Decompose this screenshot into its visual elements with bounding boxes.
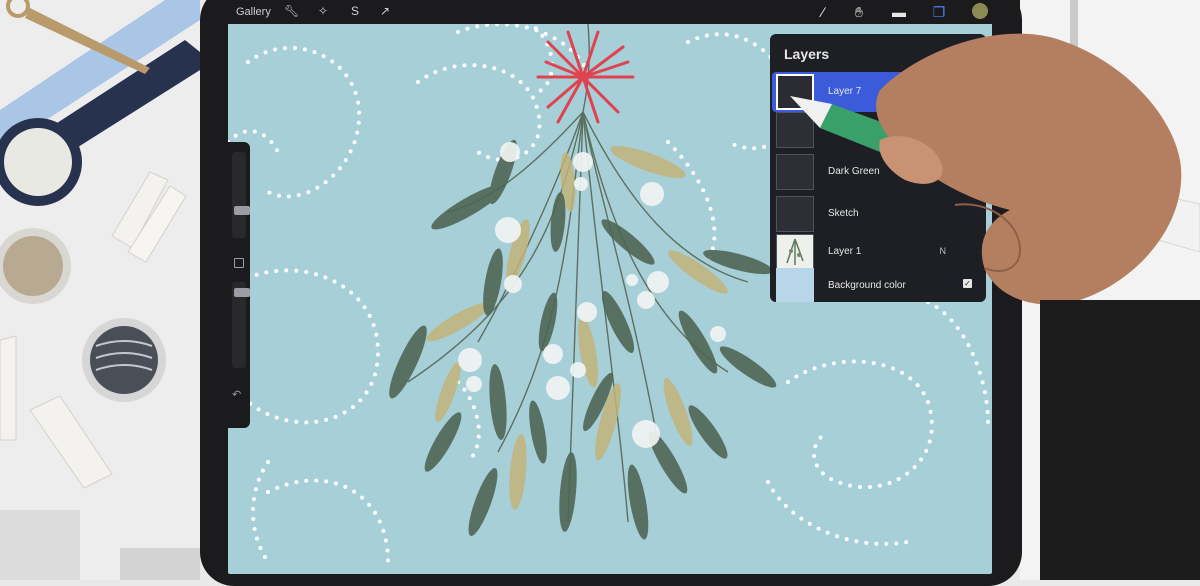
gallery-button[interactable]: Gallery [236, 6, 271, 18]
layer-row[interactable]: Sketch [772, 194, 984, 234]
layer-row[interactable]: Layer 7 [772, 72, 984, 112]
opacity-slider[interactable] [232, 282, 250, 368]
undo-icon[interactable]: ↶ [232, 388, 241, 401]
blend-mode-indicator[interactable]: N [940, 246, 947, 256]
eraser-icon[interactable]: ▬ [888, 2, 910, 22]
layer-thumbnail [776, 74, 814, 110]
layer-row[interactable]: Background color ✓ [772, 266, 984, 302]
layer-thumbnail [776, 112, 814, 148]
layer-thumbnail [776, 268, 814, 302]
transform-icon[interactable]: ↗ [378, 4, 392, 18]
left-sidebar: ↶ [228, 142, 250, 428]
layer-name: Background color [828, 280, 906, 291]
modify-button[interactable] [234, 258, 244, 268]
selection-icon[interactable]: S [348, 4, 362, 18]
background-wall [1020, 0, 1200, 580]
brush-size-knob[interactable] [234, 206, 250, 215]
layers-panel-title: Layers [784, 46, 830, 62]
layer-name: Sketch [828, 208, 859, 219]
layer-row[interactable]: Dark Green [772, 152, 984, 192]
brush-icon[interactable]: ∕ [812, 2, 834, 22]
visibility-checkbox[interactable]: ✓ [963, 279, 972, 288]
layer-name: Layer 1 [828, 246, 862, 257]
add-layer-button[interactable]: + [961, 42, 972, 63]
layers-panel: Layers + Layer 7 Dark Green Sketch Layer… [770, 34, 986, 302]
layer-thumbnail [776, 234, 814, 270]
magic-wand-icon[interactable]: ✧ [316, 4, 330, 18]
top-toolbar: Gallery 🔧︎ ✧ S ↗ ∕ ✋︎ ▬ ❐ [228, 0, 1020, 24]
brush-size-slider[interactable] [232, 152, 250, 238]
layer-thumbnail [776, 196, 814, 232]
smudge-icon[interactable]: ✋︎ [848, 2, 870, 22]
layers-icon[interactable]: ❐ [928, 2, 950, 22]
wrench-icon[interactable]: 🔧︎ [284, 4, 299, 18]
layer-row[interactable] [772, 110, 984, 150]
opacity-knob[interactable] [234, 288, 250, 297]
layer-thumbnail [776, 154, 814, 190]
layer-name: Layer 7 [828, 86, 862, 97]
red-ribbon-bow [536, 30, 635, 124]
glitter-tube [0, 510, 80, 580]
color-swatch[interactable] [972, 3, 988, 19]
layer-name: Dark Green [828, 166, 880, 177]
